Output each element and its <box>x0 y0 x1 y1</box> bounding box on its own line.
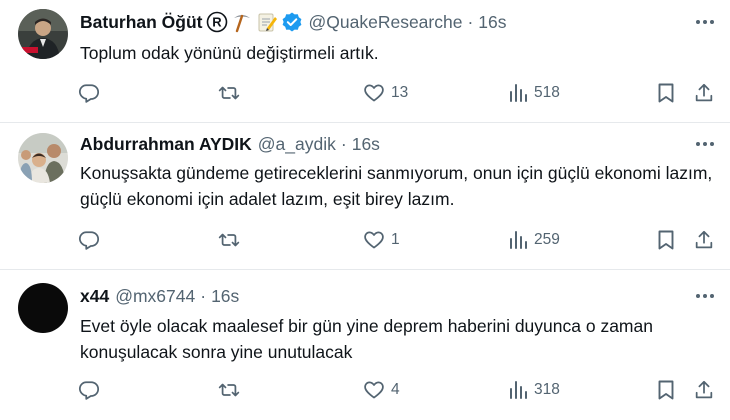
bookmark-button[interactable] <box>656 80 676 106</box>
tweet-text: Toplum odak yönünü değiştirmeli artık. <box>80 43 379 63</box>
more-options-icon[interactable] <box>694 133 716 155</box>
timestamp[interactable]: 16s <box>352 134 380 155</box>
timestamp[interactable]: 16s <box>211 286 239 307</box>
action-bar: 1 259 <box>78 227 718 253</box>
like-count: 1 <box>391 231 400 248</box>
tweet[interactable]: Baturhan Öğüt R @QuakeResearche · 16s To… <box>0 0 730 123</box>
avatar[interactable] <box>18 9 68 59</box>
share-icon <box>693 82 715 104</box>
views-button[interactable]: 518 <box>508 80 560 106</box>
author-name[interactable]: Baturhan Öğüt <box>80 12 203 33</box>
share-icon <box>693 379 715 401</box>
tweet[interactable]: Abdurrahman AYDIK @a_aydik · 16s Konuşsa… <box>0 123 730 270</box>
more-options-icon[interactable] <box>694 285 716 307</box>
retweet-icon <box>218 229 240 251</box>
views-chart-icon <box>508 83 528 103</box>
reply-icon <box>78 82 100 104</box>
separator-dot: · <box>340 133 347 154</box>
views-count: 259 <box>534 231 560 248</box>
heart-icon <box>363 229 385 251</box>
reply-icon <box>78 379 100 401</box>
verified-badge-icon <box>281 11 303 33</box>
like-count: 4 <box>391 381 400 398</box>
separator-dot: · <box>467 11 474 32</box>
views-chart-icon <box>508 380 528 400</box>
retweet-button[interactable] <box>218 377 246 403</box>
bookmark-icon <box>656 82 676 104</box>
views-button[interactable]: 259 <box>508 227 560 253</box>
reply-button[interactable] <box>78 80 106 106</box>
author-name[interactable]: Abdurrahman AYDIK <box>80 134 252 155</box>
bookmark-icon <box>656 379 676 401</box>
avatar[interactable] <box>18 283 68 333</box>
more-options-icon[interactable] <box>694 11 716 33</box>
svg-text:R: R <box>212 15 222 30</box>
views-count: 518 <box>534 84 560 101</box>
tweet-text: Konuşsakta gündeme getireceklerini sanmı… <box>80 163 713 209</box>
reply-button[interactable] <box>78 377 106 403</box>
like-button[interactable]: 4 <box>363 377 400 403</box>
share-button[interactable] <box>693 377 715 403</box>
bookmark-button[interactable] <box>656 377 676 403</box>
tweet-text: Evet öyle olacak maalesef bir gün yine d… <box>80 316 653 362</box>
heart-icon <box>363 82 385 104</box>
views-chart-icon <box>508 230 528 250</box>
pickaxe-icon <box>231 11 253 33</box>
share-button[interactable] <box>693 227 715 253</box>
views-count: 318 <box>534 381 560 398</box>
bookmark-icon <box>656 229 676 251</box>
share-button[interactable] <box>693 80 715 106</box>
action-bar: 4 318 <box>78 377 718 403</box>
avatar[interactable] <box>18 133 68 183</box>
share-icon <box>693 229 715 251</box>
separator-dot: · <box>200 285 207 306</box>
action-bar: 13 518 <box>78 80 718 106</box>
bookmark-button[interactable] <box>656 227 676 253</box>
like-button[interactable]: 13 <box>363 80 408 106</box>
retweet-button[interactable] <box>218 80 246 106</box>
like-count: 13 <box>391 84 409 101</box>
like-button[interactable]: 1 <box>363 227 400 253</box>
memo-icon <box>256 11 278 33</box>
reply-button[interactable] <box>78 227 106 253</box>
timestamp[interactable]: 16s <box>478 12 506 33</box>
retweet-icon <box>218 82 240 104</box>
author-handle[interactable]: @a_aydik <box>258 134 336 155</box>
heart-icon <box>363 379 385 401</box>
author-handle[interactable]: @mx6744 <box>115 286 195 307</box>
tweet[interactable]: x44 @mx6744 · 16s Evet öyle olacak maale… <box>0 270 730 420</box>
author-handle[interactable]: @QuakeResearche <box>309 12 463 33</box>
views-button[interactable]: 318 <box>508 377 560 403</box>
reply-icon <box>78 229 100 251</box>
retweet-icon <box>218 379 240 401</box>
author-name[interactable]: x44 <box>80 286 109 307</box>
registered-icon: R <box>206 11 228 33</box>
retweet-button[interactable] <box>218 227 246 253</box>
